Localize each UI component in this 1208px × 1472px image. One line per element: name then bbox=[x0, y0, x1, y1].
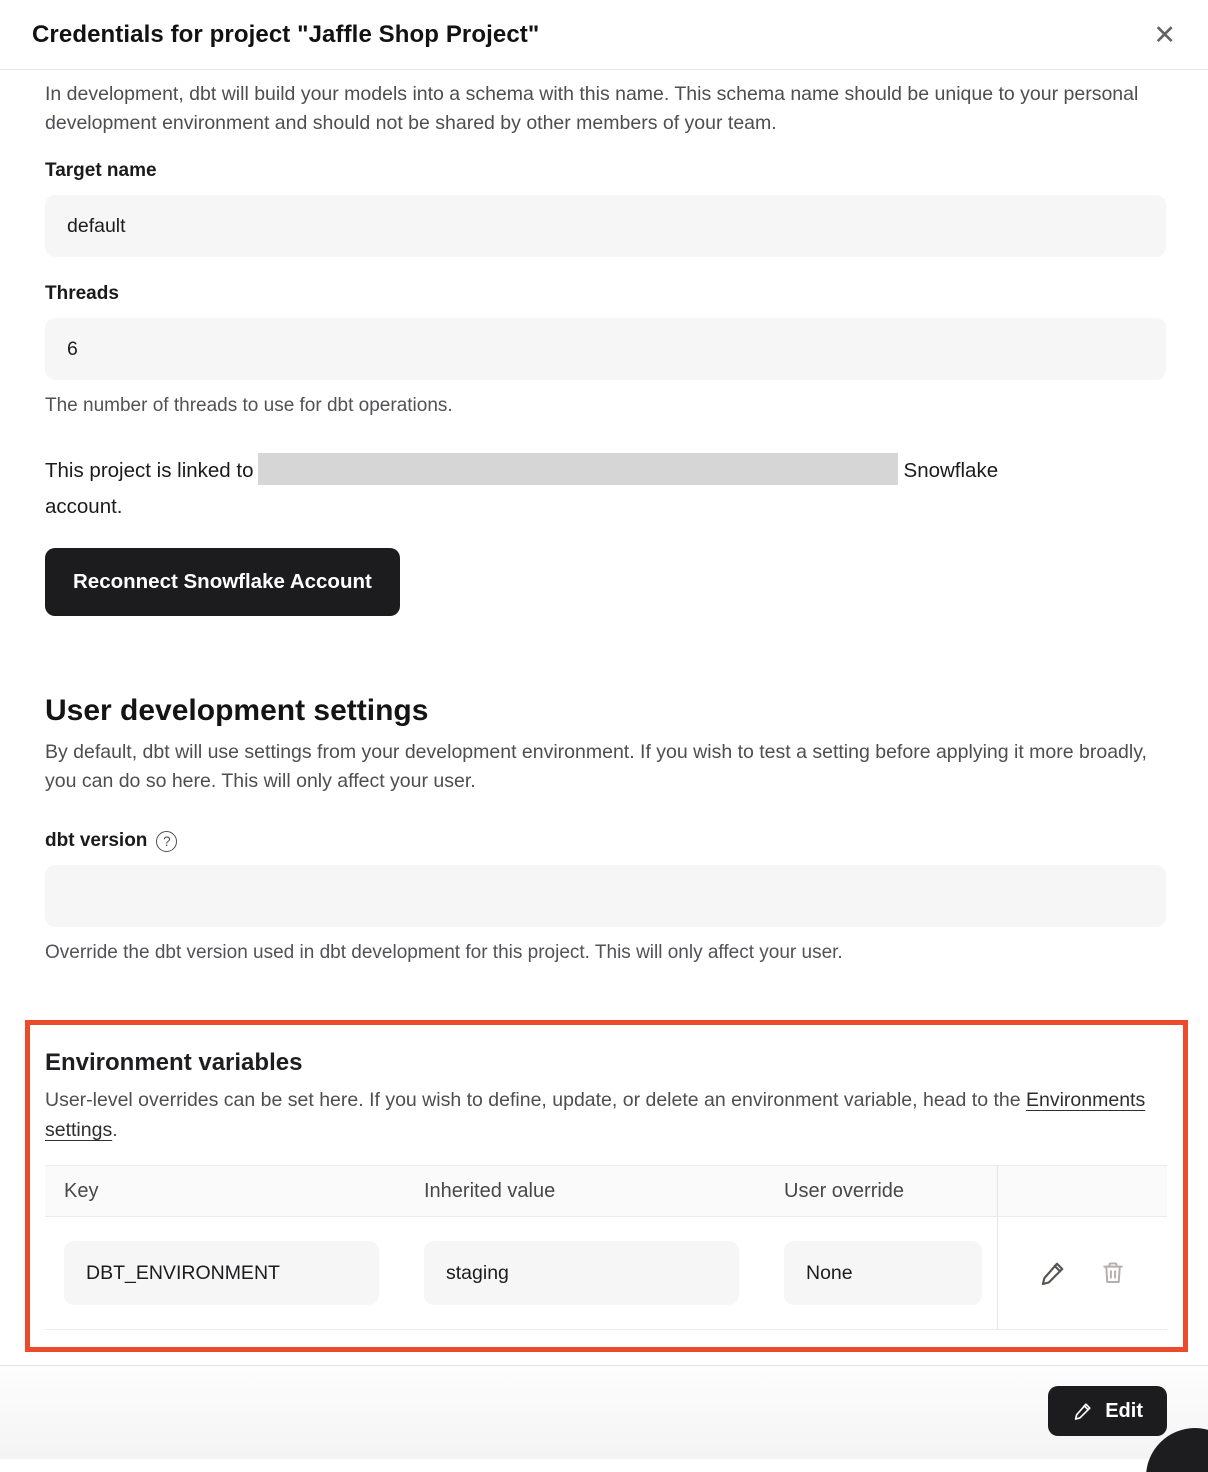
threads-input[interactable] bbox=[45, 318, 1166, 380]
close-icon[interactable]: ✕ bbox=[1147, 16, 1182, 55]
threads-label: Threads bbox=[45, 283, 1166, 305]
dbt-version-help-text: Override the dbt version used in dbt dev… bbox=[45, 942, 1166, 964]
env-vars-table-header: Key Inherited value User override bbox=[45, 1165, 1167, 1217]
user-dev-settings-description: By default, dbt will use settings from y… bbox=[45, 738, 1166, 796]
env-vars-table: Key Inherited value User override DBT_EN… bbox=[45, 1165, 1167, 1330]
env-vars-description: User-level overrides can be set here. If… bbox=[45, 1085, 1167, 1145]
edit-row-pencil-icon[interactable] bbox=[1036, 1256, 1070, 1290]
help-icon[interactable]: ? bbox=[156, 831, 177, 852]
user-dev-settings-heading: User development settings bbox=[45, 694, 1166, 728]
column-header-inherited-value: Inherited value bbox=[405, 1180, 765, 1203]
modal-body: In development, dbt will build your mode… bbox=[0, 80, 1208, 1352]
env-vars-highlight-box: Environment variables User-level overrid… bbox=[25, 1020, 1188, 1352]
env-vars-heading: Environment variables bbox=[45, 1049, 1167, 1077]
dbt-version-label: dbt version bbox=[45, 830, 147, 852]
delete-row-trash-icon[interactable] bbox=[1097, 1257, 1129, 1289]
column-header-key: Key bbox=[45, 1180, 405, 1203]
schema-intro-text: In development, dbt will build your mode… bbox=[45, 80, 1166, 138]
table-row: DBT_ENVIRONMENT staging None bbox=[45, 1217, 1167, 1330]
modal-header: Credentials for project "Jaffle Shop Pro… bbox=[0, 0, 1208, 70]
dbt-version-input[interactable] bbox=[45, 865, 1166, 927]
snowflake-link-note: This project is linked to Snowflake accoun… bbox=[45, 453, 1166, 525]
env-var-user-override-value: None bbox=[784, 1241, 982, 1305]
edit-button-label: Edit bbox=[1105, 1400, 1143, 1423]
target-name-input[interactable] bbox=[45, 195, 1166, 257]
linked-text-after: Snowflake bbox=[904, 459, 999, 482]
pencil-icon bbox=[1072, 1400, 1094, 1422]
threads-help-text: The number of threads to use for dbt ope… bbox=[45, 395, 1166, 417]
target-name-label: Target name bbox=[45, 160, 1166, 182]
column-header-actions bbox=[997, 1166, 1167, 1216]
redacted-account-name bbox=[258, 453, 898, 485]
env-var-inherited-value: staging bbox=[424, 1241, 739, 1305]
linked-text-before: This project is linked to bbox=[45, 459, 254, 482]
row-actions bbox=[997, 1217, 1167, 1329]
column-header-user-override: User override bbox=[765, 1180, 997, 1203]
edit-button[interactable]: Edit bbox=[1048, 1386, 1167, 1436]
env-var-key-value: DBT_ENVIRONMENT bbox=[64, 1241, 379, 1305]
linked-text-line2: account. bbox=[45, 489, 1166, 525]
reconnect-snowflake-button[interactable]: Reconnect Snowflake Account bbox=[45, 548, 400, 616]
env-vars-desc-end: . bbox=[112, 1119, 117, 1141]
env-vars-desc-start: User-level overrides can be set here. If… bbox=[45, 1089, 1026, 1111]
modal-footer: Edit bbox=[0, 1365, 1208, 1459]
modal-title: Credentials for project "Jaffle Shop Pro… bbox=[32, 21, 539, 49]
